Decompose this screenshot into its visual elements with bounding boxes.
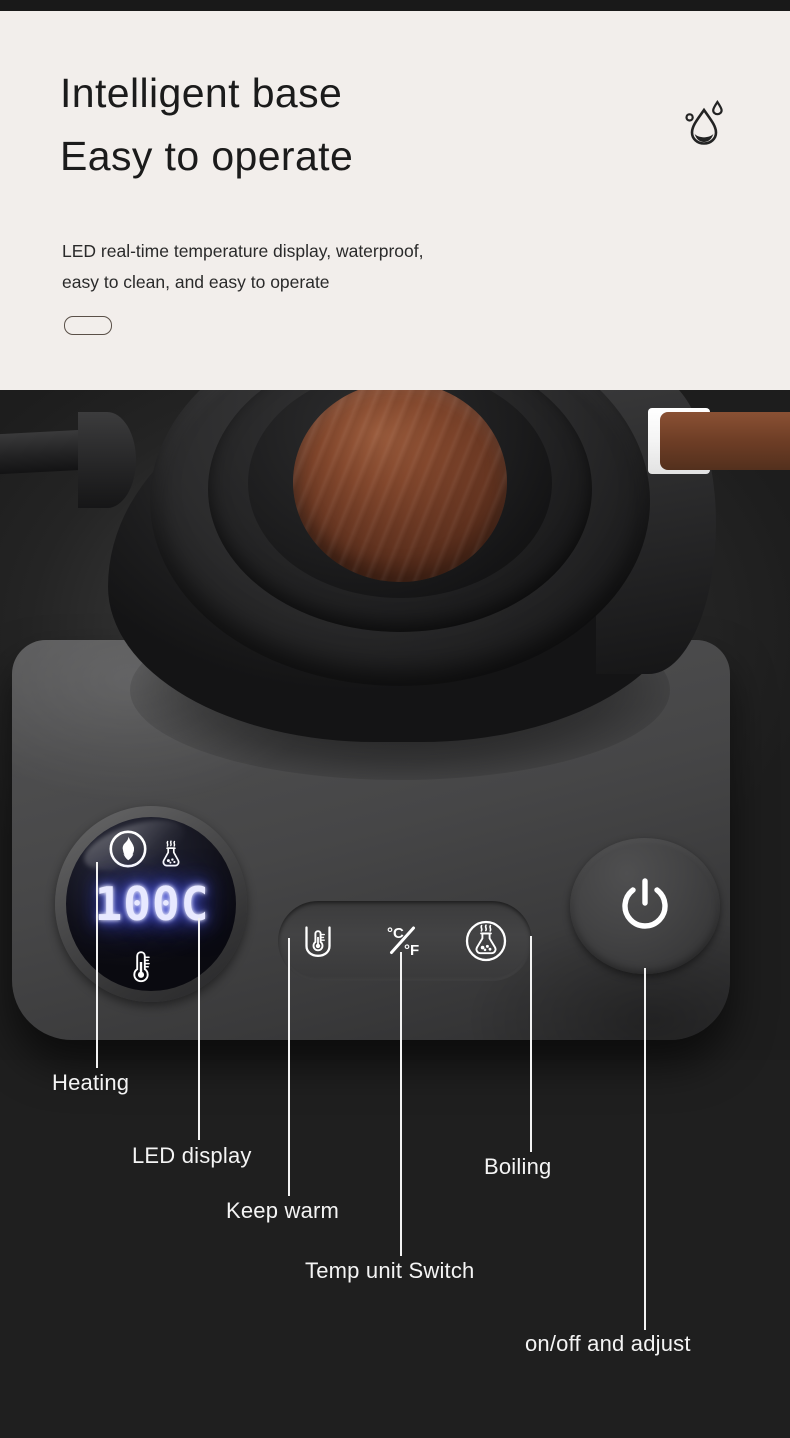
wood-grain-texture xyxy=(293,390,507,582)
callout-tempunit: Temp unit Switch xyxy=(305,1258,475,1283)
flame-icon xyxy=(108,829,148,869)
led-display-bezel: 100C xyxy=(55,806,247,1002)
callout-led: LED display xyxy=(132,1143,252,1168)
kettle-lid-mid-ring xyxy=(208,390,592,632)
water-drop-icon xyxy=(682,99,728,147)
subtitle-line-1: LED real-time temperature display, water… xyxy=(62,241,424,261)
pill-divider xyxy=(64,316,112,335)
temp-unit-switch-button[interactable]: °C °F xyxy=(376,915,428,967)
leader-line-tempunit xyxy=(400,952,402,1256)
subtitle-line-2: easy to clean, and easy to operate xyxy=(62,272,330,293)
kettle-spout-joint xyxy=(78,412,136,508)
boiling-pot-circle-icon xyxy=(465,920,507,962)
leader-line-power xyxy=(644,968,646,1330)
callout-heating: Heating xyxy=(52,1070,130,1095)
title-line-1: Intelligent base xyxy=(60,70,343,116)
kettle-wooden-handle xyxy=(660,412,790,470)
title-line-2: Easy to operate xyxy=(60,133,354,179)
wooden-lid-knob[interactable] xyxy=(293,390,507,582)
celsius-fahrenheit-icon: °C °F xyxy=(387,925,419,959)
thermometer-icon xyxy=(128,949,154,983)
kettle-lid-inner-ring xyxy=(248,390,552,598)
leader-line-led xyxy=(198,918,200,1140)
product-infographic-page: Intelligent base Easy to operate LED rea… xyxy=(0,0,790,1438)
boiling-button[interactable] xyxy=(460,915,512,967)
boiling-pot-icon xyxy=(156,839,186,869)
leader-line-keepwarm xyxy=(288,938,290,1196)
page-title: Intelligent base Easy to operate xyxy=(60,73,620,177)
cup-thermometer-icon xyxy=(305,926,331,957)
callout-keepwarm: Keep warm xyxy=(226,1198,340,1223)
svg-text:°F: °F xyxy=(404,942,419,959)
touch-control-panel: °C °F xyxy=(278,901,532,981)
leader-line-heating xyxy=(96,862,98,1068)
svg-text:°C: °C xyxy=(387,925,404,942)
header-panel: Intelligent base Easy to operate LED rea… xyxy=(0,11,790,390)
callout-power: on/off and adjust xyxy=(525,1331,691,1356)
callout-boiling: Boiling xyxy=(484,1154,552,1179)
power-icon xyxy=(622,878,668,929)
power-button[interactable] xyxy=(570,838,720,974)
keep-warm-button[interactable] xyxy=(292,915,344,967)
top-black-strip xyxy=(0,0,790,11)
led-display-face: 100C xyxy=(66,817,236,991)
leader-line-boiling xyxy=(530,936,532,1152)
subtitle: LED real-time temperature display, water… xyxy=(62,236,622,298)
